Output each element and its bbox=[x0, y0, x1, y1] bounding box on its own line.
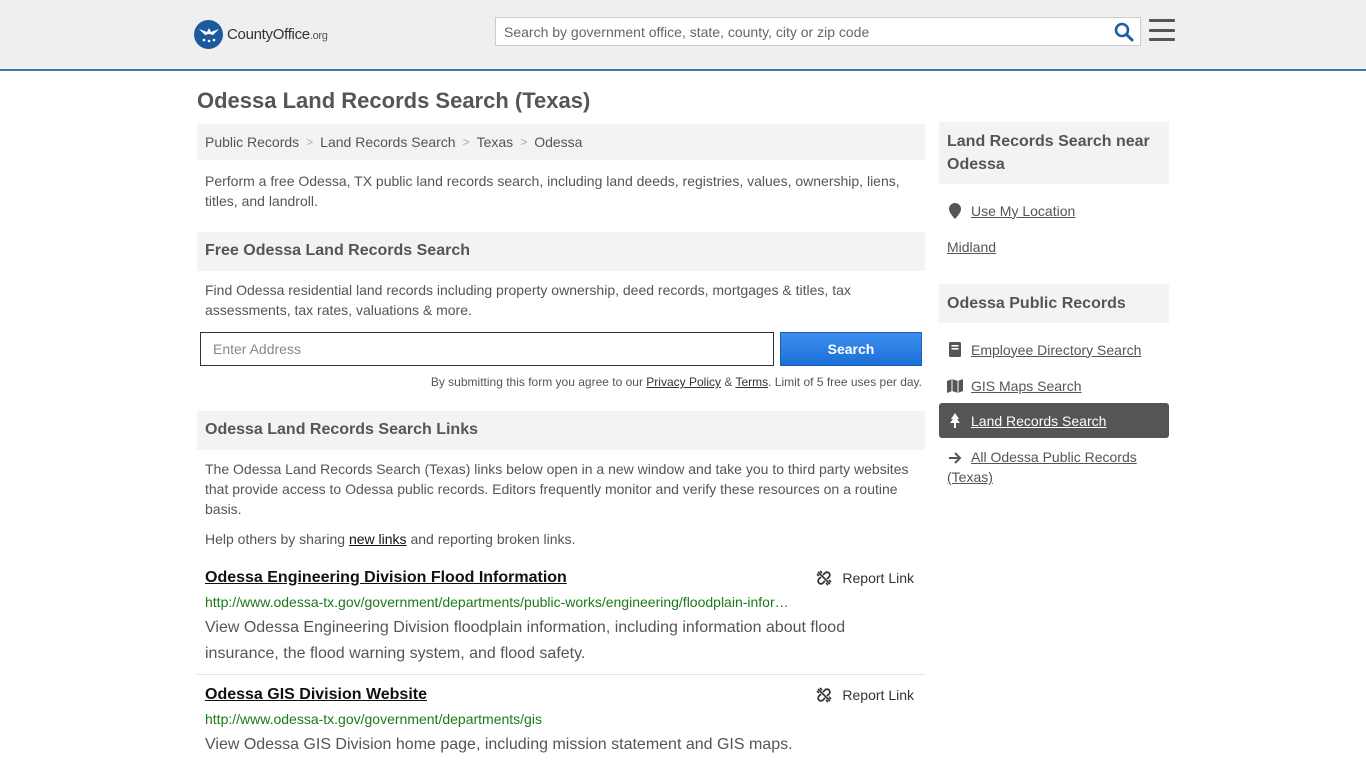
logo-main: CountyOffice bbox=[227, 26, 310, 43]
tree-icon bbox=[947, 412, 963, 429]
entry-divider bbox=[197, 674, 925, 675]
address-input[interactable] bbox=[200, 332, 774, 366]
link-description: View Odessa Engineering Division floodpl… bbox=[205, 619, 846, 662]
use-my-location[interactable]: Use My Location bbox=[939, 193, 1169, 228]
link-title[interactable]: Odessa Engineering Division Flood Inform… bbox=[205, 569, 567, 587]
link-title[interactable]: Odessa GIS Division Website bbox=[205, 686, 427, 704]
site-search-input[interactable] bbox=[496, 18, 1096, 45]
help-suffix: and reporting broken links. bbox=[410, 531, 576, 547]
breadcrumb-public-records[interactable]: Public Records bbox=[205, 134, 299, 150]
link-url[interactable]: http://www.odessa-tx.gov/government/depa… bbox=[205, 594, 795, 610]
help-text: Help others by sharing new links and rep… bbox=[205, 529, 917, 549]
map-icon bbox=[947, 378, 963, 394]
breadcrumb-odessa[interactable]: Odessa bbox=[534, 134, 582, 150]
free-search-text: Find Odessa residential land records inc… bbox=[205, 282, 851, 318]
breadcrumb-separator: > bbox=[520, 135, 528, 149]
sidebar-item-employee-directory[interactable]: Employee Directory Search bbox=[939, 332, 1169, 367]
arrow-right-icon bbox=[947, 450, 963, 466]
terms-suffix: . Limit of 5 free uses per day. bbox=[768, 375, 922, 389]
sidebar-item-text: All Odessa Public Records (Texas) bbox=[947, 449, 1137, 485]
new-links-link[interactable]: new links bbox=[349, 531, 407, 547]
breadcrumb-land-records[interactable]: Land Records Search bbox=[320, 134, 455, 150]
broken-link-icon bbox=[816, 570, 832, 586]
terms-ampersand: & bbox=[724, 375, 733, 389]
book-icon bbox=[947, 342, 963, 358]
sidebar-item-label[interactable]: Land Records Search bbox=[971, 413, 1106, 429]
logo-suffix: .org bbox=[309, 30, 328, 42]
sidebar-item-label[interactable]: All Odessa Public Records (Texas) bbox=[947, 447, 1141, 487]
breadcrumb-texas[interactable]: Texas bbox=[477, 134, 514, 150]
links-description: The Odessa Land Records Search (Texas) l… bbox=[205, 461, 909, 517]
nearby-midland-label[interactable]: Midland bbox=[947, 239, 996, 255]
page-title: Odessa Land Records Search (Texas) bbox=[197, 88, 591, 113]
report-link-button[interactable]: Report Link bbox=[816, 570, 914, 586]
link-url[interactable]: http://www.odessa-tx.gov/government/depa… bbox=[205, 711, 795, 727]
sidebar-item-label[interactable]: Employee Directory Search bbox=[971, 342, 1141, 358]
search-button[interactable]: Search bbox=[780, 332, 922, 366]
terms-prefix: By submitting this form you agree to our bbox=[430, 375, 643, 389]
sidebar-item-land-records[interactable]: Land Records Search bbox=[939, 403, 1169, 438]
link-description: View Odessa GIS Division home page, incl… bbox=[205, 736, 793, 753]
site-logo[interactable]: CountyOffice.org bbox=[194, 20, 328, 49]
site-search bbox=[495, 17, 1141, 46]
use-my-location-label[interactable]: Use My Location bbox=[971, 203, 1075, 219]
sidebar-item-gis-maps[interactable]: GIS Maps Search bbox=[939, 368, 1169, 403]
sidebar-near-heading: Land Records Search near Odessa bbox=[939, 122, 1169, 184]
breadcrumb-separator: > bbox=[462, 135, 470, 149]
sidebar-item-label[interactable]: GIS Maps Search bbox=[971, 378, 1082, 394]
free-search-heading: Free Odessa Land Records Search bbox=[197, 232, 925, 271]
hamburger-menu-icon[interactable] bbox=[1149, 19, 1175, 41]
intro-text: Perform a free Odessa, TX public land re… bbox=[205, 173, 900, 209]
breadcrumb: Public Records > Land Records Search > T… bbox=[197, 124, 925, 160]
breadcrumb-separator: > bbox=[306, 135, 314, 149]
links-heading: Odessa Land Records Search Links bbox=[197, 411, 925, 450]
report-link-label: Report Link bbox=[842, 687, 914, 703]
privacy-policy-link[interactable]: Privacy Policy bbox=[646, 375, 721, 389]
nearby-midland[interactable]: Midland bbox=[939, 229, 1169, 264]
help-prefix: Help others by sharing bbox=[205, 531, 346, 547]
location-pin-icon bbox=[947, 202, 963, 219]
terms-notice: By submitting this form you agree to our… bbox=[200, 375, 922, 389]
search-icon[interactable] bbox=[1114, 22, 1134, 42]
logo-text: CountyOffice.org bbox=[227, 26, 328, 43]
broken-link-icon bbox=[816, 687, 832, 703]
terms-link[interactable]: Terms bbox=[735, 375, 768, 389]
eagle-icon bbox=[194, 20, 223, 49]
sidebar-public-heading: Odessa Public Records bbox=[939, 284, 1169, 323]
sidebar-item-all-public-records[interactable]: All Odessa Public Records (Texas) bbox=[939, 447, 1149, 487]
site-header: CountyOffice.org bbox=[0, 0, 1366, 71]
report-link-button[interactable]: Report Link bbox=[816, 687, 914, 703]
report-link-label: Report Link bbox=[842, 570, 914, 586]
